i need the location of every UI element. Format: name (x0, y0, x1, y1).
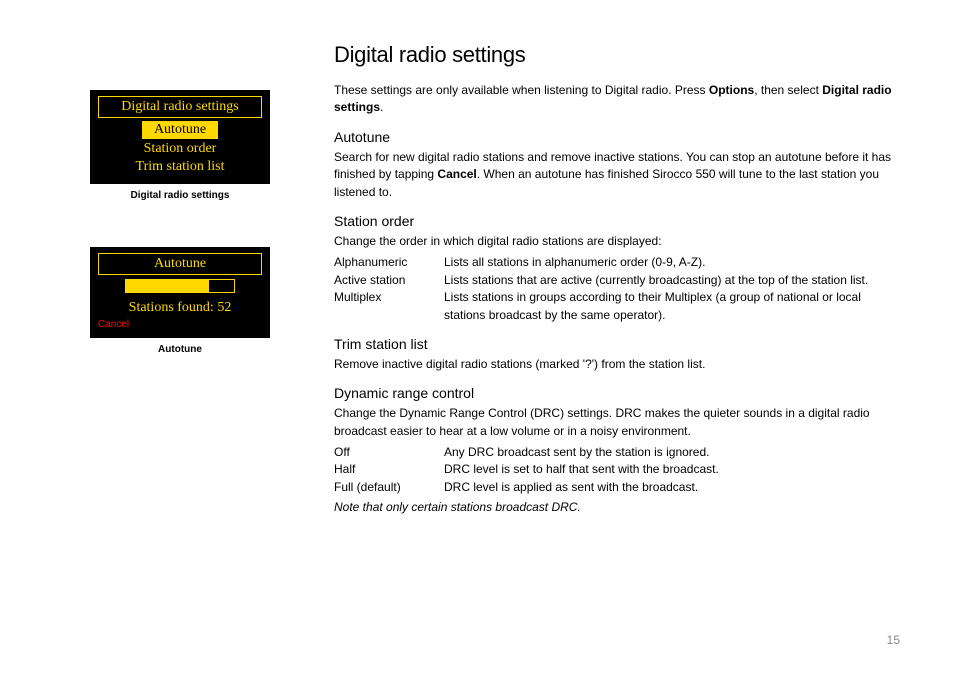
main-content: Digital radio settings These settings ar… (310, 42, 904, 514)
screen-title: Autotune (98, 253, 262, 275)
device-screen-settings: Digital radio settings Autotune Station … (90, 90, 270, 184)
screen-caption: Autotune (50, 344, 310, 355)
station-order-text: Change the order in which digital radio … (334, 233, 904, 250)
page-number: 15 (887, 633, 900, 647)
trim-text: Remove inactive digital radio stations (… (334, 356, 904, 373)
definition-row: HalfDRC level is set to half that sent w… (334, 461, 904, 478)
screen-cancel-label: Cancel (98, 319, 262, 330)
intro-text: These settings are only available when l… (334, 82, 904, 117)
screen-title: Digital radio settings (98, 96, 262, 118)
drc-note: Note that only certain stations broadcas… (334, 500, 904, 514)
section-heading-trim: Trim station list (334, 336, 904, 352)
definition-row: OffAny DRC broadcast sent by the station… (334, 444, 904, 461)
screen-status: Stations found: 52 (98, 299, 262, 317)
screen-item: Trim station list (98, 158, 262, 176)
definition-row: AlphanumericLists all stations in alphan… (334, 254, 904, 271)
autotune-text: Search for new digital radio stations an… (334, 149, 904, 201)
drc-text: Change the Dynamic Range Control (DRC) s… (334, 405, 904, 440)
screen-item-selected: Autotune (142, 121, 218, 139)
screen-item: Station order (98, 140, 262, 158)
screen-caption: Digital radio settings (50, 190, 310, 201)
device-screen-autotune: Autotune Stations found: 52 Cancel (90, 247, 270, 338)
section-heading-autotune: Autotune (334, 129, 904, 145)
definition-row: Active stationLists stations that are ac… (334, 272, 904, 289)
definition-row: Full (default)DRC level is applied as se… (334, 479, 904, 496)
section-heading-station-order: Station order (334, 213, 904, 229)
section-heading-drc: Dynamic range control (334, 385, 904, 401)
definition-row: MultiplexLists stations in groups accord… (334, 289, 904, 324)
progress-bar (125, 279, 235, 293)
sidebar-illustrations: Digital radio settings Autotune Station … (50, 42, 310, 514)
page-heading: Digital radio settings (334, 42, 904, 68)
